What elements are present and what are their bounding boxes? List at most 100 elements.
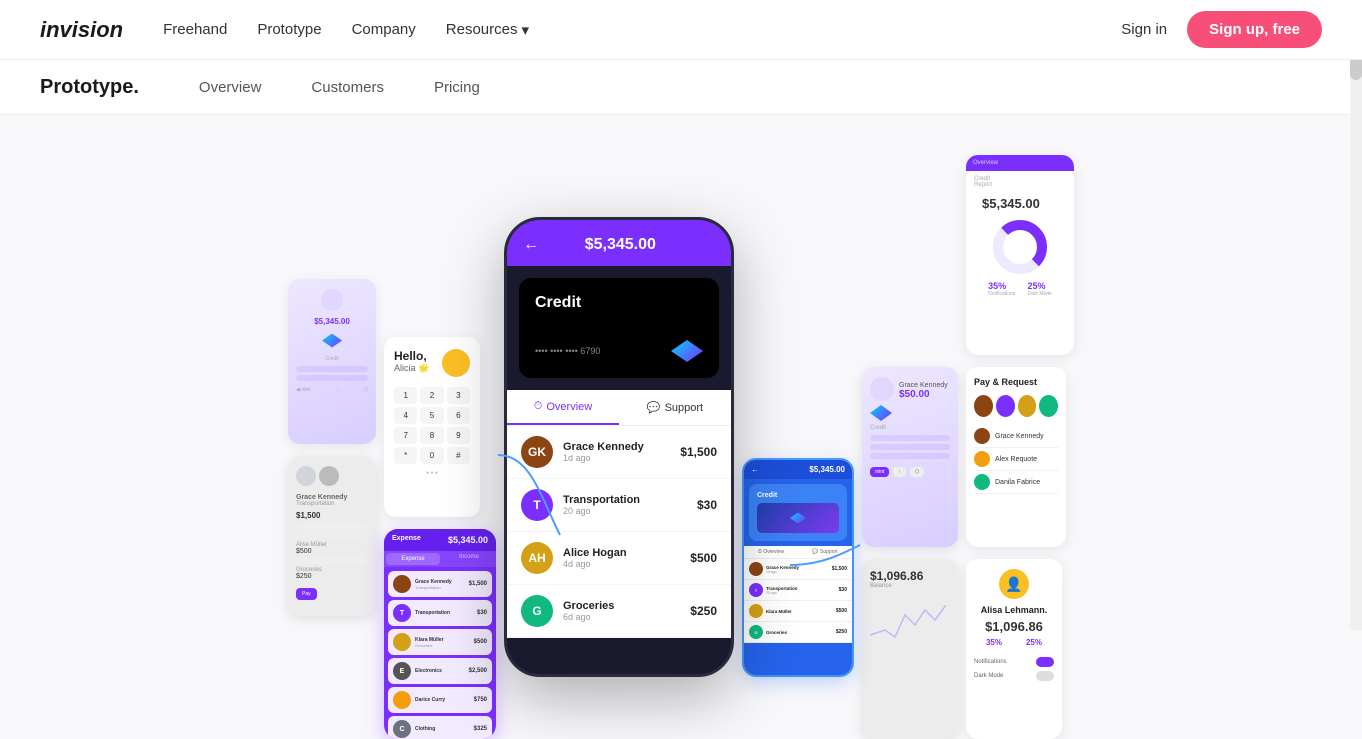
hello-keypad: 1 2 3 4 5 6 7 8 9 * 0 #: [394, 387, 470, 464]
stats-donut-chart: [990, 217, 1050, 277]
key-7[interactable]: 7: [394, 427, 417, 444]
pls-transaction-list: Grace KennedyTransportation $1,500 T Tra…: [384, 567, 496, 739]
subnav-overview[interactable]: Overview: [199, 79, 262, 96]
subnav-customers[interactable]: Customers: [311, 79, 384, 96]
inbank-screen: $5,345.00 Credit ◀ mint ↑ ⬡ InBank: [288, 279, 376, 444]
key-5[interactable]: 5: [420, 407, 443, 424]
hello-screen: Hello, Alicia 🌟 1 2 3 4 5 6 7 8: [384, 337, 480, 517]
list-item: C Clothing $325: [388, 716, 492, 739]
hls-tab-overview[interactable]: ⏱ Overview: [744, 546, 798, 558]
support-icon: 💬: [647, 401, 661, 414]
phone-tabs: ⏱ Overview 💬 Support: [507, 390, 731, 426]
avatar: [974, 474, 990, 490]
right-gray-screen: $1,096.86 Balance: [862, 559, 958, 739]
list-item: Danila Fabrice: [974, 471, 1058, 494]
key-4[interactable]: 4: [394, 407, 417, 424]
toggle-row: Dark Mode: [974, 669, 1054, 683]
avatar: [749, 562, 763, 576]
signin-button[interactable]: Sign in: [1121, 21, 1167, 38]
list-item: G Groceries $250: [744, 622, 852, 643]
purple-list-screen: Expense $5,345.00 Expense Income Grace K…: [384, 529, 496, 739]
invision-logo[interactable]: invision: [40, 17, 123, 43]
far-left-gray-screen: Grace Kennedy Transportation $1,500 Alis…: [288, 456, 376, 616]
alisa-percentages: 35% 25%: [974, 638, 1054, 647]
center-phone-group: ← $5,345.00 ... Credit •••• •••• •••• 67…: [504, 217, 854, 677]
rc-name: Grace Kennedy: [899, 382, 948, 389]
key-9[interactable]: 9: [447, 427, 470, 444]
key-6[interactable]: 6: [447, 407, 470, 424]
card-gem-icon: [671, 340, 703, 362]
pls-tab-expense[interactable]: Expense: [386, 553, 440, 565]
nav-freehand[interactable]: Freehand: [163, 21, 227, 39]
list-item: Grace Kennedy1d ago $1,500: [744, 559, 852, 580]
top-navigation: invision Freehand Prototype Company Reso…: [0, 0, 1362, 60]
top-nav-right: Sign in Sign up, free: [1121, 11, 1322, 48]
card-number: •••• •••• •••• 6790: [535, 346, 600, 356]
tab-support[interactable]: 💬 Support: [619, 390, 731, 425]
avatar: GK: [521, 436, 553, 468]
rc-gem-icon: [870, 405, 892, 421]
alisa-screen: 👤 Alisa Lehmann. $1,096.86 35% 25% Notif…: [966, 559, 1062, 739]
table-row: AH Alice Hogan 4d ago $500: [507, 532, 731, 585]
right-credit-screen: Grace Kennedy $50.00 Credit mint ↑ ⬡: [862, 367, 958, 547]
clock-icon: ⏱: [534, 400, 543, 413]
avatar: T: [749, 583, 763, 597]
back-arrow-icon[interactable]: ←: [523, 236, 539, 254]
credit-card-area: Credit •••• •••• •••• 6790: [507, 266, 731, 390]
avatar: [974, 451, 990, 467]
key-1[interactable]: 1: [394, 387, 417, 404]
hls-balance: $5,345.00: [809, 465, 845, 474]
hls-credit-label: Credit: [757, 492, 839, 499]
pls-tabs: Expense Income: [384, 551, 496, 567]
sub-nav-links: Overview Customers Pricing: [199, 79, 480, 96]
nav-company[interactable]: Company: [352, 21, 416, 39]
nav-prototype[interactable]: Prototype: [257, 21, 321, 39]
hls-back-icon: ←: [751, 465, 759, 474]
hero-section: $5,345.00 Credit ◀ mint ↑ ⬡ InBank: [0, 115, 1362, 739]
balance-chart: [870, 595, 946, 645]
far-right-screens: Overview Credit Report $5,345.00: [966, 155, 1074, 739]
alisa-toggles: Notifications Dark Mode: [974, 655, 1054, 683]
subnav-pricing[interactable]: Pricing: [434, 79, 480, 96]
sub-navigation: Prototype. Overview Customers Pricing: [0, 60, 1362, 115]
key-star[interactable]: *: [394, 447, 417, 464]
avatar: G: [521, 595, 553, 627]
key-hash[interactable]: #: [447, 447, 470, 464]
key-8[interactable]: 8: [420, 427, 443, 444]
scrollbar[interactable]: [1350, 0, 1362, 630]
list-item: Grace Kennedy: [974, 425, 1058, 448]
highlighted-screen-wrapper: ← $5,345.00 Credit ⏱ Overview 💬 Support: [742, 458, 854, 677]
rc-balance: $50.00: [899, 389, 948, 400]
hls-tabs: ⏱ Overview 💬 Support: [744, 546, 852, 559]
key-2[interactable]: 2: [420, 387, 443, 404]
hls-tab-support[interactable]: 💬 Support: [798, 546, 852, 558]
list-item: Grace KennedyTransportation $1,500: [388, 571, 492, 597]
hello-greeting: Hello,: [394, 349, 429, 363]
darkmode-toggle[interactable]: [1036, 671, 1054, 681]
txn-info: Transportation 20 ago: [563, 494, 697, 516]
avatar: [1039, 395, 1058, 417]
table-row: G Groceries 6d ago $250: [507, 585, 731, 638]
table-row: T Transportation 20 ago $30: [507, 479, 731, 532]
toggle-row: Notifications: [974, 655, 1054, 669]
list-item: T Transportation20 ago $30: [744, 580, 852, 601]
credit-card: Credit •••• •••• •••• 6790: [519, 278, 719, 378]
pls-tab-income[interactable]: Income: [442, 551, 496, 567]
alisa-avatar: 👤: [999, 569, 1029, 599]
avatar: [974, 395, 993, 417]
key-0[interactable]: 0: [420, 447, 443, 464]
far-left-screens: $5,345.00 Credit ◀ mint ↑ ⬡ InBank: [288, 279, 376, 616]
list-item: Darice Curry $750: [388, 687, 492, 713]
phone-balance: $5,345.00: [585, 236, 656, 254]
signup-button[interactable]: Sign up, free: [1187, 11, 1322, 48]
key-3[interactable]: 3: [447, 387, 470, 404]
tab-overview[interactable]: ⏱ Overview: [507, 390, 619, 425]
list-item: T Transportation $30: [388, 600, 492, 626]
pls-header: Expense $5,345.00: [384, 529, 496, 551]
table-row: GK Grace Kennedy 1d ago $1,500: [507, 426, 731, 479]
notifications-toggle[interactable]: [1036, 657, 1054, 667]
nav-resources[interactable]: Resources ▾: [446, 21, 529, 39]
alisa-name: Alisa Lehmann.: [974, 605, 1054, 615]
stats-percentages: 35% Notifications 25% Dark Mode: [974, 281, 1066, 297]
hls-header: ← $5,345.00: [744, 460, 852, 479]
